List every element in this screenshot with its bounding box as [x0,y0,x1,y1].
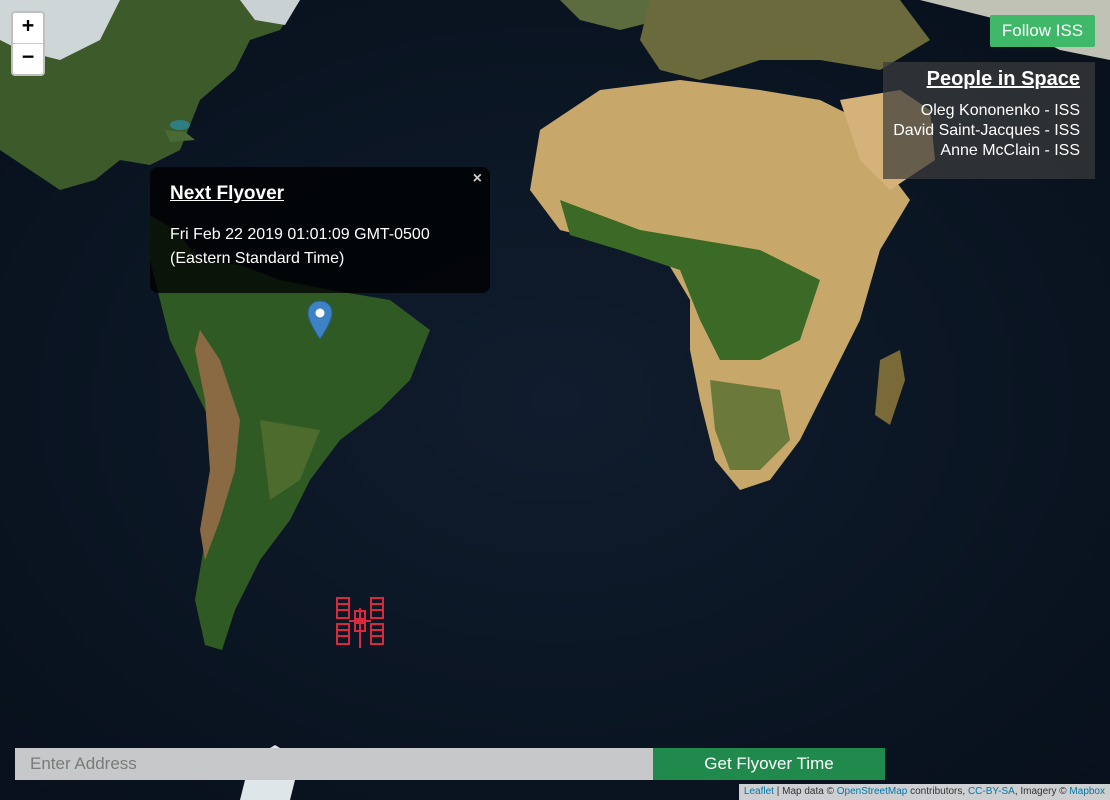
mapbox-link[interactable]: Mapbox [1069,786,1105,797]
attribution-text: | Map data © [773,786,837,797]
space-station-icon[interactable] [335,594,385,649]
osm-link[interactable]: OpenStreetMap [837,786,908,797]
zoom-out-button[interactable]: − [13,44,43,74]
zoom-control: + − [11,11,45,76]
license-link[interactable]: CC-BY-SA [968,786,1015,797]
people-panel-title: People in Space [926,68,1080,90]
flyover-popup: × Next Flyover Fri Feb 22 2019 01:01:09 … [150,167,490,293]
map-attribution: Leaflet | Map data © OpenStreetMap contr… [738,784,1110,800]
popup-title: Next Flyover [170,183,285,204]
address-input[interactable]: Enter Address [15,748,653,780]
person-item: Anne McClain - ISS [940,142,1080,159]
attribution-text: contributors, [907,786,968,797]
person-item: David Saint-Jacques - ISS [893,122,1080,139]
person-item: Oleg Kononenko - ISS [920,102,1080,119]
map-pin-icon[interactable] [307,300,333,340]
leaflet-link[interactable]: Leaflet [744,786,774,797]
follow-iss-button[interactable]: Follow ISS [990,15,1095,47]
get-flyover-button[interactable]: Get Flyover Time [653,748,885,780]
close-icon[interactable]: × [473,170,482,188]
zoom-in-button[interactable]: + [13,13,43,44]
people-in-space-panel: People in Space Oleg Kononenko - ISS Dav… [883,62,1095,179]
attribution-text: , Imagery © [1014,786,1070,797]
flyover-timezone: (Eastern Standard Time) [170,250,345,267]
flyover-datetime: Fri Feb 22 2019 01:01:09 GMT-0500 [170,226,430,243]
